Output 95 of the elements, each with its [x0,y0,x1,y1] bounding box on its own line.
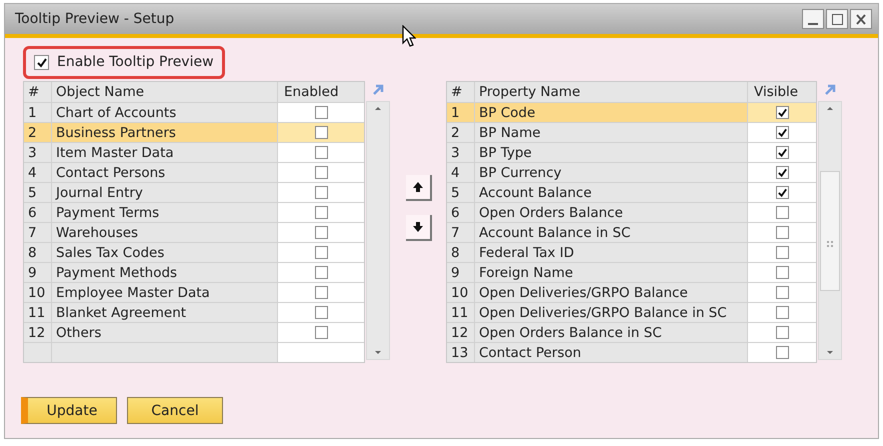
table-cell[interactable]: Account Balance [475,183,748,202]
maximize-button[interactable] [826,9,848,29]
close-button[interactable] [850,9,872,29]
table-cell[interactable]: Payment Terms [52,203,278,222]
move-up-button[interactable] [406,175,432,201]
checkbox[interactable] [776,226,788,239]
checkbox[interactable] [776,126,788,139]
checkbox[interactable] [776,286,788,299]
row-number: 7 [447,223,475,242]
down-arrow-icon [412,221,424,233]
row-number: 8 [447,243,475,262]
table-cell[interactable]: Open Orders Balance in SC [475,323,748,342]
table-cell[interactable]: Item Master Data [52,143,278,162]
row-number: 1 [447,103,475,122]
checkbox[interactable] [314,246,328,259]
row-number: 13 [447,343,475,362]
dialog-button[interactable]: Cancel [127,397,223,424]
window-title: Tooltip Preview - Setup [15,11,176,27]
grip-icon [826,240,834,250]
move-down-button[interactable] [406,215,432,241]
row-number: 9 [24,263,52,282]
table-cell[interactable]: Chart of Accounts [52,103,278,122]
checkbox[interactable] [314,306,328,319]
checkbox[interactable] [34,54,49,70]
row-number: 2 [447,123,475,142]
row-number: 4 [24,163,52,182]
table-cell[interactable]: BP Currency [475,163,748,182]
table-cell[interactable]: Business Partners [52,123,278,142]
checkbox[interactable] [776,106,788,119]
checkbox[interactable] [776,146,788,159]
maximize-icon [829,12,845,26]
checkbox-label[interactable]: Enable Tooltip Preview [57,54,214,70]
table-cell[interactable]: Blanket Agreement [52,303,278,322]
row-number: 12 [447,323,475,342]
cursor-icon [402,25,416,47]
scrollbar[interactable] [366,101,390,360]
row-number: 3 [24,143,52,162]
table-cell[interactable]: BP Name [475,123,748,142]
row-number: 6 [24,203,52,222]
up-arrow-icon [412,181,424,193]
table-cell[interactable]: Open Deliveries/GRPO Balance in SC [475,303,748,322]
checkbox[interactable] [776,266,788,279]
minimize-button[interactable] [802,9,824,29]
row-number: 7 [24,223,52,242]
table-cell[interactable]: Federal Tax ID [475,243,748,262]
checkbox[interactable] [776,346,788,359]
table-cell[interactable]: Employee Master Data [52,283,278,302]
scrollbar[interactable] [818,101,842,360]
table-cell[interactable]: BP Code [475,103,748,122]
table-cell[interactable]: Payment Methods [52,263,278,282]
checkbox[interactable] [776,206,788,219]
row-number: 1 [24,103,52,122]
table-cell[interactable]: Others [52,323,278,342]
row-number: 12 [24,323,52,342]
table-cell[interactable]: Open Deliveries/GRPO Balance [475,283,748,302]
table-cell[interactable]: Contact Persons [52,163,278,182]
row-number: 11 [447,303,475,322]
checkbox[interactable] [314,286,328,299]
expand-icon[interactable] [371,83,385,97]
row-number: 9 [447,263,475,282]
dialog-button[interactable]: Update [21,397,117,424]
minimize-icon [808,23,818,25]
table-cell[interactable]: Warehouses [52,223,278,242]
row-number: 6 [447,203,475,222]
table-cell[interactable]: Sales Tax Codes [52,243,278,262]
table-cell[interactable]: Foreign Name [475,263,748,282]
checkbox[interactable] [314,146,328,159]
expand-icon[interactable] [823,83,837,97]
table-cell[interactable]: Account Balance in SC [475,223,748,242]
table-cell[interactable]: Journal Entry [52,183,278,202]
row-number: 3 [447,143,475,162]
checkbox[interactable] [314,226,328,239]
row-number: 11 [24,303,52,322]
checkbox[interactable] [776,166,788,179]
checkbox[interactable] [776,186,788,199]
checkbox[interactable] [314,166,328,179]
row-number: 10 [447,283,475,302]
row-number: 2 [24,123,52,142]
checkbox[interactable] [314,106,328,119]
checkbox[interactable] [314,186,328,199]
checkbox[interactable] [776,306,788,319]
row-number: 5 [24,183,52,202]
row-number: 4 [447,163,475,182]
row-number: 5 [447,183,475,202]
table-cell[interactable]: BP Type [475,143,748,162]
table-cell[interactable]: Contact Person [475,343,748,362]
checkbox[interactable] [314,206,328,219]
checkbox[interactable] [314,266,328,279]
checkbox[interactable] [776,246,788,259]
checkbox[interactable] [314,326,328,339]
row-number: 10 [24,283,52,302]
checkbox[interactable] [776,326,788,339]
row-number: 8 [24,243,52,262]
checkbox[interactable] [314,126,328,139]
table-cell[interactable]: Open Orders Balance [475,203,748,222]
